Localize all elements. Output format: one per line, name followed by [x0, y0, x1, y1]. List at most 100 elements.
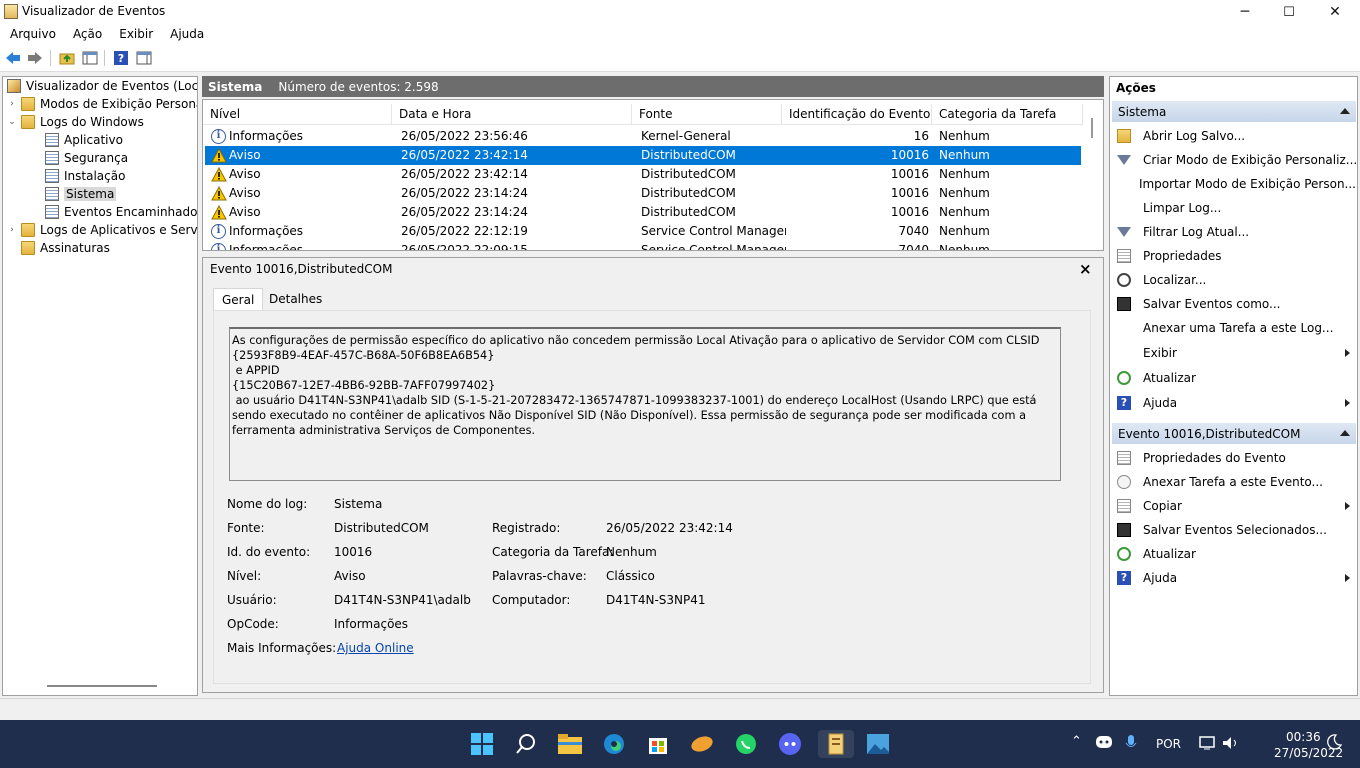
edge-browser-icon[interactable]	[600, 730, 628, 758]
show-hidden-icons-chevron-icon[interactable]: ⌃	[1071, 734, 1082, 749]
tree-root[interactable]: Visualizador de Eventos (Local)	[7, 77, 197, 95]
tab-detalhes[interactable]: Detalhes	[261, 288, 330, 310]
tree-apps-services-logs[interactable]: › Logs de Aplicativos e Serviços	[7, 221, 197, 239]
discord-icon[interactable]	[776, 730, 804, 758]
action-item[interactable]: Atualizar	[1112, 543, 1356, 565]
menu-arquivo[interactable]: Arquivo	[3, 27, 63, 41]
menu-exibir[interactable]: Exibir	[112, 27, 160, 41]
tree-forwarded-events[interactable]: Eventos Encaminhados	[45, 203, 197, 221]
column-header-task-category[interactable]: Categoria da Tarefa	[932, 104, 1083, 125]
general-tab-panel: As configurações de permissão específico…	[213, 310, 1091, 684]
tree-setup[interactable]: Instalação	[45, 167, 125, 185]
save-icon	[1117, 523, 1131, 537]
language-indicator[interactable]: POR	[1156, 737, 1181, 751]
event-list-scrollbar[interactable]	[1091, 118, 1093, 138]
chevron-right-icon[interactable]: ›	[7, 225, 17, 235]
chevron-down-icon[interactable]: ⌄	[7, 117, 17, 127]
show-hide-tree-icon[interactable]	[81, 49, 99, 67]
windows-start-icon[interactable]	[468, 730, 496, 758]
forward-arrow-icon[interactable]	[26, 49, 44, 67]
event-message[interactable]: As configurações de permissão específico…	[229, 327, 1061, 481]
doc-icon	[1117, 249, 1131, 263]
photos-icon[interactable]	[864, 730, 892, 758]
tree-system[interactable]: Sistema	[45, 185, 117, 203]
action-item[interactable]: Propriedades	[1112, 245, 1356, 267]
actions-section-event[interactable]: Evento 10016,DistributedCOM	[1112, 423, 1356, 444]
collapse-up-icon[interactable]	[1340, 430, 1350, 436]
cell-level: Aviso	[229, 186, 261, 200]
show-hide-action-pane-icon[interactable]	[135, 49, 153, 67]
app-orange-icon[interactable]	[688, 730, 716, 758]
search-icon[interactable]	[512, 730, 540, 758]
user-value: D41T4N-S3NP41\adalb	[334, 593, 471, 607]
tree-horizontal-scrollbar[interactable]	[47, 685, 157, 687]
action-item[interactable]: Abrir Log Salvo...	[1112, 125, 1356, 147]
cell-event-id: 7040	[898, 243, 929, 251]
column-header-source[interactable]: Fonte	[632, 104, 782, 125]
table-row[interactable]: Aviso 26/05/2022 23:42:14 DistributedCOM 10…	[205, 146, 1081, 165]
action-item[interactable]: Anexar Tarefa a este Evento...	[1112, 471, 1356, 493]
table-row[interactable]: Aviso 26/05/2022 23:14:24 DistributedCOM 10…	[205, 184, 1081, 203]
action-item[interactable]: Copiar	[1112, 495, 1356, 517]
collapse-up-icon[interactable]	[1340, 108, 1350, 114]
info-icon: i	[211, 224, 226, 239]
whatsapp-icon[interactable]	[732, 730, 760, 758]
back-arrow-icon[interactable]	[4, 49, 22, 67]
table-row[interactable]: Aviso 26/05/2022 23:14:24 DistributedCOM 10…	[205, 203, 1081, 222]
action-item[interactable]: Salvar Eventos Selecionados...	[1112, 519, 1356, 541]
event-viewer-app-icon	[4, 4, 18, 19]
menu-ajuda[interactable]: Ajuda	[163, 27, 211, 41]
volume-icon[interactable]	[1222, 736, 1240, 753]
action-item[interactable]: Anexar uma Tarefa a este Log...	[1112, 317, 1356, 339]
tree-security[interactable]: Segurança	[45, 149, 128, 167]
action-item[interactable]: ? Ajuda	[1112, 392, 1356, 414]
action-item[interactable]: Salvar Eventos como...	[1112, 293, 1356, 315]
toolbar-separator	[104, 50, 105, 66]
close-button[interactable]: ✕	[1312, 0, 1358, 24]
table-row[interactable]: i Informações 26/05/2022 22:12:19 Service C…	[205, 222, 1081, 241]
action-item[interactable]: Filtrar Log Atual...	[1112, 221, 1356, 243]
action-item[interactable]: Exibir	[1112, 342, 1356, 364]
event-detail-title: Evento 10016,DistributedCOM	[210, 262, 393, 276]
action-item[interactable]: Criar Modo de Exibição Personaliz...	[1112, 149, 1357, 171]
warning-icon	[211, 166, 227, 182]
network-icon[interactable]	[1199, 736, 1215, 753]
online-help-link[interactable]: Ajuda Online	[337, 641, 414, 655]
action-item[interactable]: Atualizar	[1112, 367, 1356, 389]
file-explorer-icon[interactable]	[556, 730, 584, 758]
tree-subscriptions[interactable]: Assinaturas	[21, 239, 110, 257]
action-label: Exibir	[1143, 346, 1177, 360]
tree-application[interactable]: Aplicativo	[45, 131, 123, 149]
discord-tray-icon[interactable]	[1096, 736, 1112, 751]
cell-source: DistributedCOM	[641, 167, 736, 181]
column-header-level[interactable]: Nível	[203, 104, 392, 125]
help-icon[interactable]: ?	[112, 49, 130, 67]
table-row[interactable]: Aviso 26/05/2022 23:42:14 DistributedCOM 10…	[205, 165, 1081, 184]
column-header-date[interactable]: Data e Hora	[392, 104, 632, 125]
up-folder-icon[interactable]	[58, 49, 76, 67]
action-item[interactable]: ? Ajuda	[1112, 567, 1356, 589]
action-item[interactable]: Propriedades do Evento	[1112, 447, 1356, 469]
maximize-button[interactable]: ☐	[1266, 0, 1312, 24]
column-header-event-id[interactable]: Identificação do Evento	[782, 104, 932, 125]
chevron-right-icon[interactable]: ›	[7, 99, 17, 109]
folder-icon	[21, 115, 35, 129]
clock-time[interactable]: 00:36	[1286, 730, 1321, 744]
tree-windows-logs[interactable]: ⌄ Logs do Windows	[7, 113, 144, 131]
microphone-icon[interactable]	[1125, 735, 1137, 754]
table-row[interactable]: i Informações 26/05/2022 22:09:15 Service C…	[205, 241, 1081, 251]
action-item[interactable]: Limpar Log...	[1112, 197, 1356, 219]
action-item[interactable]: Importar Modo de Exibição Person...	[1112, 173, 1356, 195]
actions-section-system[interactable]: Sistema	[1112, 101, 1356, 122]
close-detail-icon[interactable]: ×	[1079, 260, 1092, 278]
tree-custom-views[interactable]: › Modos de Exibição Personalizados	[7, 95, 197, 113]
minimize-button[interactable]: ─	[1222, 0, 1268, 24]
event-viewer-taskbar-icon[interactable]	[818, 730, 854, 758]
source-value: DistributedCOM	[334, 521, 429, 535]
menu-acao[interactable]: Ação	[66, 27, 109, 41]
notification-moon-icon[interactable]	[1326, 734, 1343, 753]
tab-geral[interactable]: Geral	[213, 288, 264, 310]
action-item[interactable]: Localizar...	[1112, 269, 1356, 291]
table-row[interactable]: i Informações 26/05/2022 23:56:46 Kernel-Ge…	[205, 127, 1081, 146]
microsoft-store-icon[interactable]	[644, 730, 672, 758]
